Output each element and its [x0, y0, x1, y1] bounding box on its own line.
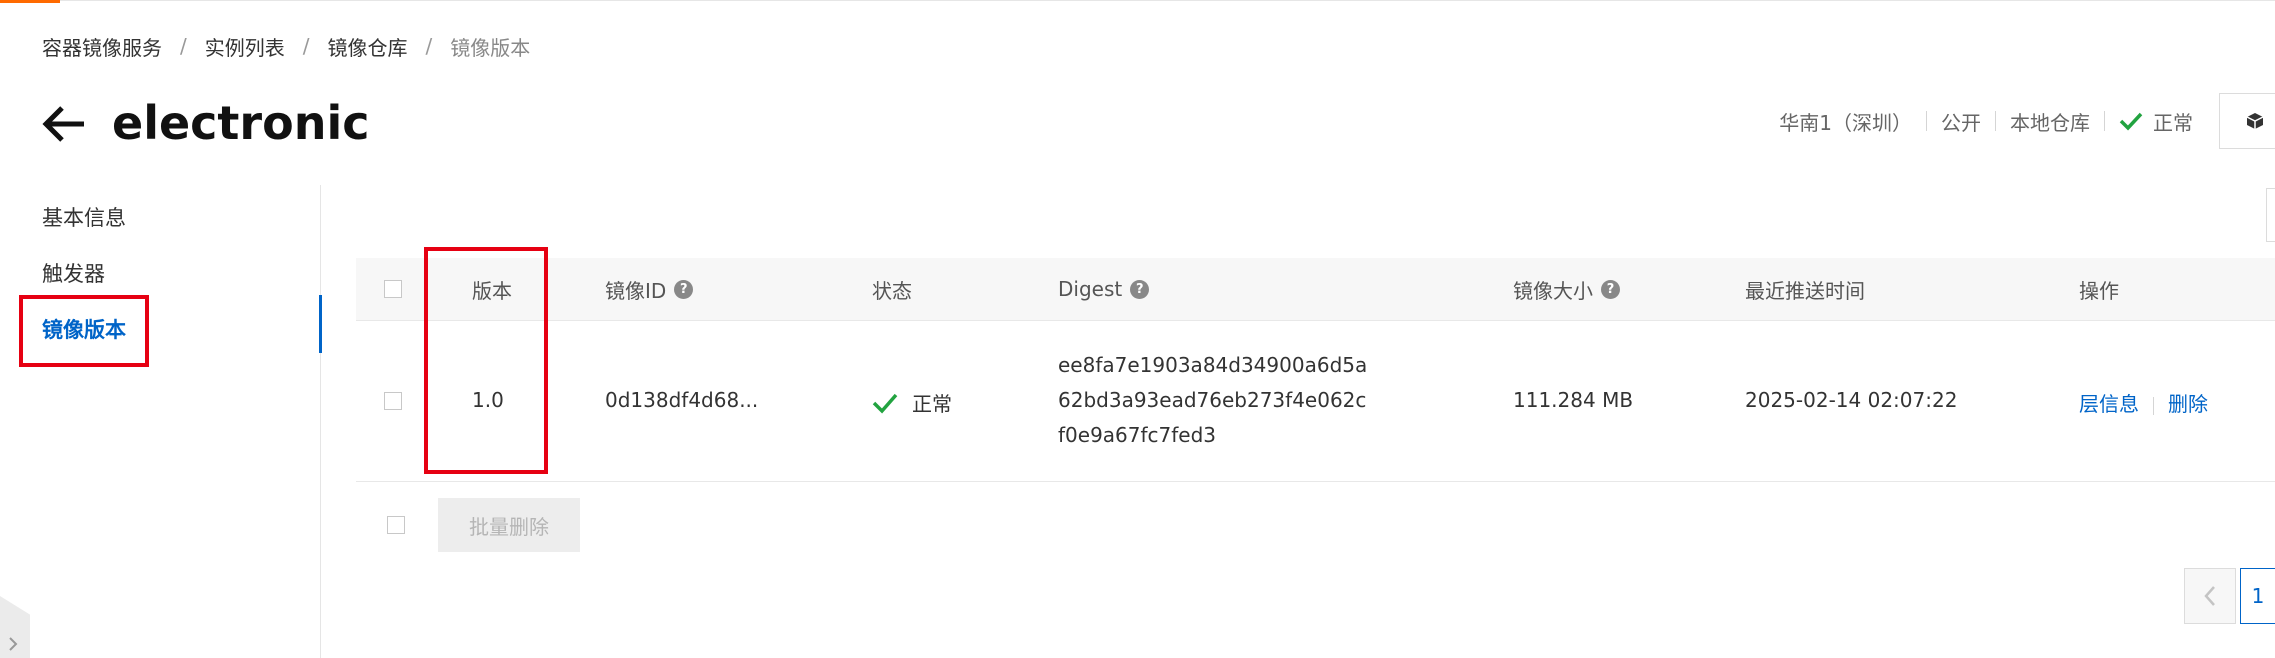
check-icon: [872, 393, 898, 414]
back-arrow-icon[interactable]: [40, 100, 88, 148]
cell-size: 111.284 MB: [1513, 388, 1634, 412]
layer-info-link[interactable]: 层信息: [2079, 392, 2139, 416]
breadcrumb-separator: /: [302, 34, 310, 58]
sidebar-item-triggers[interactable]: 触发器: [42, 258, 105, 288]
repo-status-label: 正常: [2153, 110, 2193, 135]
cube-icon: [2246, 113, 2264, 129]
digest-line: f0e9a67fc7fed3: [1058, 423, 1217, 447]
column-header-digest-label: Digest: [1058, 277, 1123, 301]
help-icon[interactable]: ?: [674, 279, 694, 299]
breadcrumb-separator: /: [425, 34, 433, 58]
sidebar-divider: [320, 185, 321, 658]
cell-status: 正常: [872, 388, 952, 417]
table-row: 1.0 0d138df4d68... 正常 ee8fa7e1903a84d349…: [356, 321, 2275, 482]
batch-select-checkbox[interactable]: [387, 516, 405, 534]
region-label: 华南1（深圳）: [1779, 110, 1912, 135]
column-header-image-id: 镜像ID ?: [605, 258, 694, 320]
cell-image-id: 0d138df4d68...: [605, 388, 759, 412]
sidebar-collapse-handle[interactable]: [0, 596, 30, 658]
cell-digest: ee8fa7e1903a84d34900a6d5a 62bd3a93ead76e…: [1058, 348, 1367, 453]
action-divider: [2153, 396, 2154, 415]
digest-line: 62bd3a93ead76eb273f4e062c: [1058, 388, 1367, 412]
column-header-actions: 操作: [2079, 278, 2119, 303]
column-header-status: 状态: [872, 278, 912, 303]
chevron-left-icon: [2204, 586, 2215, 606]
column-header-digest: Digest ?: [1058, 258, 1150, 320]
visibility-label: 公开: [1941, 110, 1981, 135]
chevron-right-icon: [9, 637, 18, 651]
page: 容器镜像服务 / 实例列表 / 镜像仓库 / 镜像版本 electronic 华…: [0, 0, 2275, 658]
pagination-prev-button[interactable]: [2184, 568, 2236, 624]
delete-link[interactable]: 删除: [2168, 392, 2208, 416]
breadcrumb-repositories[interactable]: 镜像仓库: [328, 32, 408, 61]
column-header-size: 镜像大小 ?: [1513, 258, 1620, 320]
check-icon: [2119, 112, 2143, 131]
cell-actions: 层信息 删除: [2079, 388, 2208, 417]
highlight-box-sidebar: [19, 295, 149, 367]
help-icon[interactable]: ?: [1130, 279, 1150, 299]
highlight-box-version-column: [424, 247, 548, 474]
cell-status-label: 正常: [912, 392, 952, 416]
pagination-page-current[interactable]: 1: [2240, 568, 2275, 624]
breadcrumb: 容器镜像服务 / 实例列表 / 镜像仓库 / 镜像版本: [42, 31, 530, 61]
table-header: 版本 镜像ID ? 状态 Digest ? 镜像大小 ? 最近推送时间 操作: [356, 258, 2275, 321]
column-header-size-label: 镜像大小: [1513, 278, 1593, 303]
column-header-image-id-label: 镜像ID: [605, 278, 667, 303]
top-divider: [60, 0, 2275, 1]
select-all-checkbox[interactable]: [384, 280, 402, 298]
breadcrumb-instances[interactable]: 实例列表: [205, 32, 285, 61]
toolbar-edge-control[interactable]: [2266, 188, 2275, 242]
repo-status: 正常: [2105, 107, 2219, 136]
breadcrumb-service[interactable]: 容器镜像服务: [42, 32, 162, 61]
column-header-pushed: 最近推送时间: [1745, 278, 1865, 303]
batch-delete-button[interactable]: 批量删除: [438, 498, 580, 552]
sidebar-item-basic-info[interactable]: 基本信息: [42, 202, 126, 232]
cube-icon-button[interactable]: [2219, 93, 2275, 149]
breadcrumb-separator: /: [180, 34, 187, 58]
cell-pushed-time: 2025-02-14 02:07:22: [1745, 388, 1958, 412]
sidebar-active-indicator: [319, 295, 322, 353]
brand-accent-bar: [0, 0, 60, 3]
repo-meta: 华南1（深圳） 公开 本地仓库 正常: [1765, 93, 2275, 149]
row-checkbox[interactable]: [384, 392, 402, 410]
repo-type-label: 本地仓库: [2010, 110, 2090, 135]
page-title: electronic: [112, 96, 370, 150]
digest-line: ee8fa7e1903a84d34900a6d5a: [1058, 353, 1368, 377]
help-icon[interactable]: ?: [1601, 279, 1620, 299]
breadcrumb-current: 镜像版本: [450, 35, 531, 60]
